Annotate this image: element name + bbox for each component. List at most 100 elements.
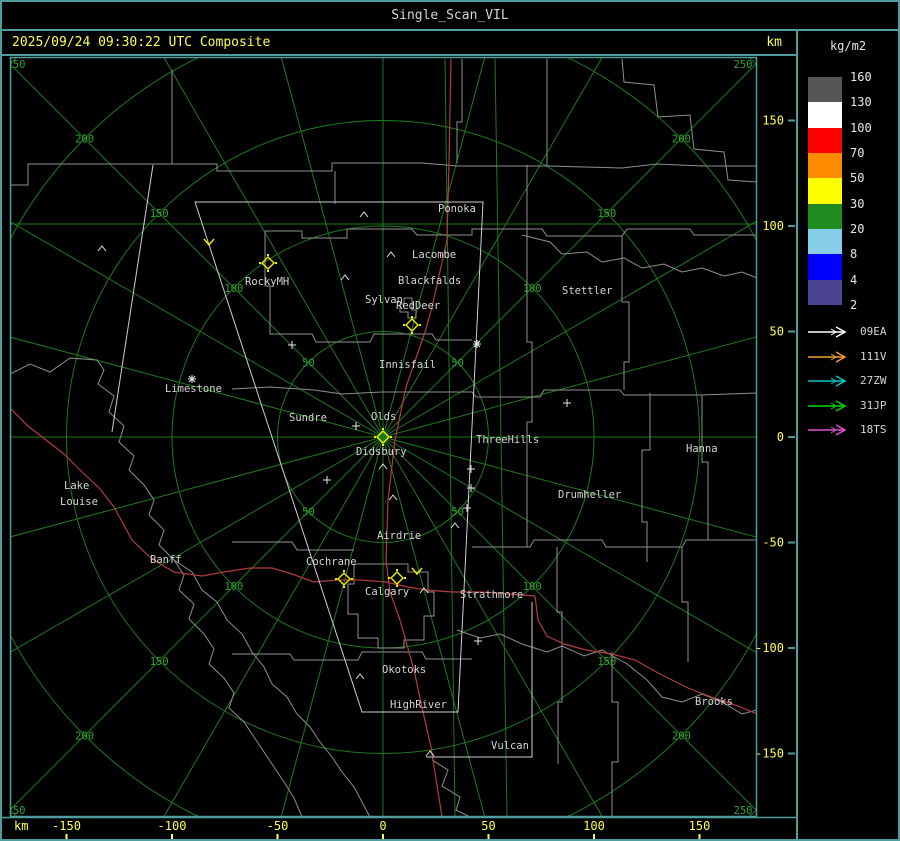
radar-map-canvas[interactable]: 50 50 50 50 100 100 100 100 150 150 150 150 200 200 20… [2,56,796,839]
city-label: Calgary [365,586,409,598]
right-axis-label: 50 [770,325,784,339]
city-label: Ponoka [438,203,476,215]
site-id-label: 31JP [860,398,887,412]
city-labels: PonokaLacombeBlackfaldsSylvanRedDeerInni… [60,203,733,752]
bottom-axis-label: 150 [689,819,711,833]
colorbar-swatch [808,203,842,229]
county-boundary [611,652,619,817]
ring-distance-label: 50 [302,507,315,519]
right-axis-label: 100 [762,219,784,233]
county-boundary [556,547,563,764]
map-content: 50 50 50 50 100 100 100 100 150 150 150 150 200 200 20… [7,57,757,817]
diamond-corner-dot [335,578,337,580]
ring-distance-label: 250 [7,805,26,817]
county-boundary [347,563,435,649]
colorbar-swatch [808,178,842,204]
county-boundary [621,58,757,183]
colorbar-value-label: 8 [850,247,858,262]
colorbar-swatch [808,77,842,103]
bottom-axis: km -150 -100 -50 0 50 100 150 [14,819,710,839]
plus-marker [463,504,471,512]
velocity-v-marker [203,238,215,247]
ring-distance-label: 200 [75,730,94,742]
city-label: Vulcan [491,740,529,752]
city-label: Lake [64,480,89,492]
diamond-corner-dot [411,332,413,334]
site-arrow-icon [808,424,847,437]
colorbar-value-label: 20 [850,221,865,236]
colorbar-swatch [808,152,842,179]
right-axis-label: -150 [755,747,784,761]
city-label: Innisfail [379,359,436,371]
ring-distance-label: 150 [597,208,616,220]
colorbar-value-label: 30 [850,196,865,211]
county-boundary [472,539,757,548]
ring-distance-label: 200 [75,134,94,146]
diamond-corner-dot [388,577,390,579]
diamond-corner-dot [390,436,392,438]
city-label: RockyMH [245,276,289,288]
colorbar-swatch [808,127,842,153]
caret-marker [359,211,369,218]
city-label: Limestone [165,383,222,395]
plus-marker [467,465,475,473]
ring-distance-label: 150 [150,208,169,220]
city-label: Didsbury [356,446,407,458]
diamond-corner-dot [396,569,398,571]
plus-marker [323,476,331,484]
colorbar-value-label: 70 [850,145,865,160]
right-axis-label: -100 [755,641,784,655]
bottom-axis-label: 50 [481,819,495,833]
ring-distance-label: 150 [150,656,169,668]
star-marker [188,375,196,383]
diamond-corner-dot [411,316,413,318]
city-label: Banff [150,554,182,566]
caret-marker [355,673,365,680]
site-id-label: 27ZW [860,374,887,388]
colorbar-value-label: 130 [850,95,872,110]
diamond-corner-dot [374,436,376,438]
radar-site-diamond [390,571,404,585]
site-arrow-icon [808,375,847,387]
window-title: Single_Scan_VIL [391,8,509,23]
ring-distance-label: 200 [672,730,691,742]
site-id-label: 18TS [860,423,887,437]
ring-distance-label: 250 [734,805,753,817]
bottom-axis-label: -100 [158,819,187,833]
diamond-corner-dot [351,578,353,580]
caret-marker [340,274,350,281]
colorbar-swatch [808,254,842,280]
star-marker [473,340,481,348]
diamond-corner-dot [275,262,277,264]
ring-distance-label: 100 [523,283,542,295]
site-id-label: 09EA [860,325,887,338]
city-label: RedDeer [396,300,440,312]
diamond-corner-dot [343,586,345,588]
city-label: Olds [371,411,396,423]
city-label: Cochrane [306,556,357,568]
velocity-v-marker [411,567,423,576]
site-arrow-icon [808,326,847,338]
county-boundary [701,395,709,540]
colorbar-value-label: 160 [850,70,872,84]
colorbar-value-label: 50 [850,171,865,186]
ring-distance-label: 200 [672,134,691,146]
county-boundary [526,165,533,547]
colorbar-value-label: 100 [850,120,872,135]
city-label: Stettler [562,285,613,297]
ring-distance-label: 100 [523,581,542,593]
diamond-corner-dot [267,270,269,272]
plus-marker [288,341,296,349]
colorbar-value-label: 2 [850,297,858,312]
county-boundary [681,547,689,662]
ring-distance-label: 50 [302,357,315,369]
right-axis: 150 100 50 0 -50 -100 -150 [755,114,795,761]
city-label: HighRiver [390,699,447,711]
diamond-corner-dot [267,254,269,256]
city-label: Sundre [289,412,327,424]
caret-marker [386,251,396,258]
ring-distance-label: 250 [7,59,26,71]
city-label: Airdrie [377,530,421,542]
diamond-corner-dot [419,324,421,326]
site-arrow-icon [808,350,847,363]
